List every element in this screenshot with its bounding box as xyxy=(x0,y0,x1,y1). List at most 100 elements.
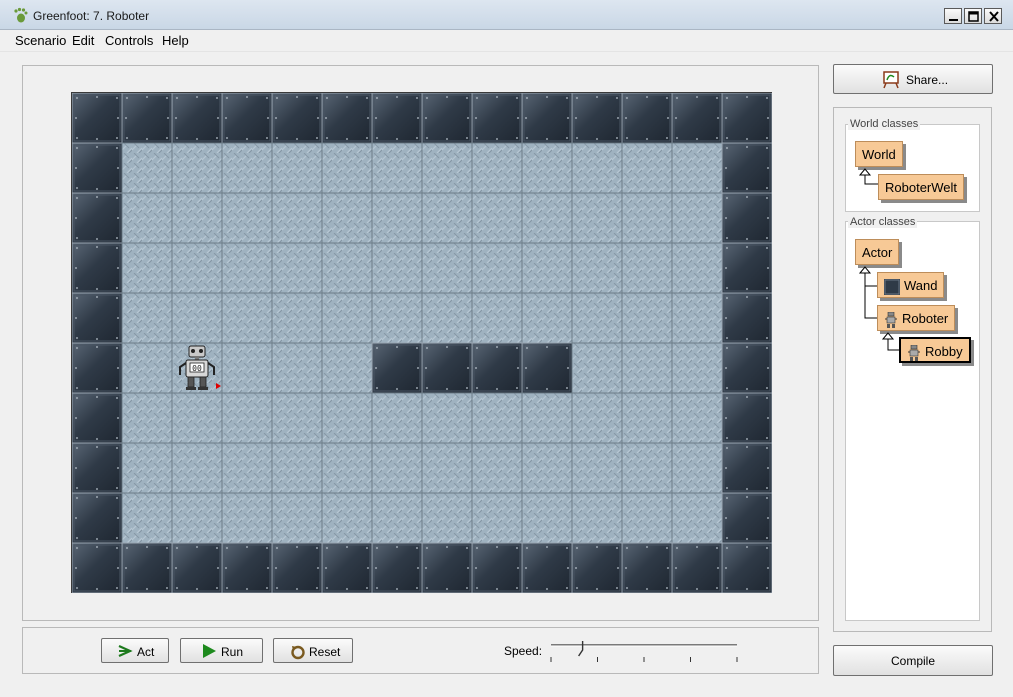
class-wand-label: Wand xyxy=(904,278,938,293)
wall-tile xyxy=(571,542,623,593)
floor-tile xyxy=(621,492,673,544)
floor-tile xyxy=(321,192,373,244)
wall-tile xyxy=(371,93,423,144)
floor-tile xyxy=(321,292,373,344)
wall-tile xyxy=(72,442,123,494)
floor-tile xyxy=(521,492,573,544)
floor-tile xyxy=(371,142,423,194)
compile-label: Compile xyxy=(890,654,935,668)
floor-tile xyxy=(671,442,723,494)
floor-tile xyxy=(271,492,323,544)
share-button[interactable]: Share... xyxy=(833,64,993,94)
menu-bar: Scenario Edit Controls Help xyxy=(0,30,1013,52)
floor-tile xyxy=(171,242,223,294)
floor-tile xyxy=(621,242,673,294)
menu-edit[interactable]: Edit xyxy=(72,33,94,48)
wall-tile xyxy=(721,392,772,444)
wall-tile xyxy=(471,93,523,144)
wall-tile xyxy=(421,542,473,593)
wall-tile xyxy=(671,93,723,144)
floor-tile xyxy=(421,292,473,344)
floor-tile xyxy=(271,192,323,244)
floor-tile xyxy=(371,392,423,444)
slider-thumb[interactable] xyxy=(578,641,584,657)
maximize-button[interactable] xyxy=(964,8,982,24)
class-wand[interactable]: Wand xyxy=(877,272,945,298)
floor-tile xyxy=(121,192,173,244)
floor-tile xyxy=(571,142,623,194)
floor-tile xyxy=(371,442,423,494)
floor-tile xyxy=(621,142,673,194)
floor-tile xyxy=(521,242,573,294)
wall-tile xyxy=(171,542,223,593)
floor-tile xyxy=(121,492,173,544)
wall-tile xyxy=(621,93,673,144)
floor-tile xyxy=(121,142,173,194)
wall-tile xyxy=(721,142,772,194)
floor-tile xyxy=(221,292,273,344)
floor-tile xyxy=(571,292,623,344)
actor-classes-title: Actor classes xyxy=(848,216,918,228)
close-button[interactable] xyxy=(984,8,1002,24)
floor-tile xyxy=(371,492,423,544)
class-roboterwelt[interactable]: RoboterWelt xyxy=(878,174,965,200)
act-button[interactable]: Act xyxy=(101,638,169,663)
floor-tile xyxy=(671,492,723,544)
run-button[interactable]: Run xyxy=(180,638,263,663)
floor-tile xyxy=(671,192,723,244)
wall-tile xyxy=(271,542,323,593)
wall-tile xyxy=(721,192,772,244)
floor-tile xyxy=(221,442,273,494)
floor-tile xyxy=(621,342,673,394)
menu-scenario[interactable]: Scenario xyxy=(15,33,66,48)
wall-tile xyxy=(72,392,123,444)
window-title: Greenfoot: 7. Roboter xyxy=(33,9,150,23)
floor-tile xyxy=(671,292,723,344)
floor-tile xyxy=(221,342,273,394)
menu-controls[interactable]: Controls xyxy=(105,33,153,48)
wall-tile xyxy=(72,542,123,593)
title-bar: Greenfoot: 7. Roboter xyxy=(0,0,1013,30)
floor-tile xyxy=(471,142,523,194)
floor-tile xyxy=(321,392,373,444)
floor-tile xyxy=(521,142,573,194)
speed-slider[interactable] xyxy=(550,640,740,664)
menu-help[interactable]: Help xyxy=(162,33,189,48)
class-roboter[interactable]: Roboter xyxy=(877,305,956,331)
floor-tile xyxy=(421,142,473,194)
wall-tile xyxy=(72,492,123,544)
wall-tile xyxy=(571,93,623,144)
floor-tile xyxy=(321,342,373,394)
reset-button[interactable]: Reset xyxy=(273,638,353,663)
floor-tile xyxy=(121,342,173,394)
minimize-button[interactable] xyxy=(944,8,962,24)
wall-tile-icon xyxy=(884,278,900,295)
floor-tile xyxy=(121,392,173,444)
play-icon xyxy=(203,644,216,658)
floor-tile xyxy=(421,442,473,494)
wall-tile xyxy=(371,542,423,593)
class-robby-label: Robby xyxy=(925,344,963,359)
class-world[interactable]: World xyxy=(855,141,903,167)
class-robby[interactable]: Robby xyxy=(899,337,971,363)
wall-tile xyxy=(72,93,123,144)
floor-tile xyxy=(221,142,273,194)
world-grid[interactable]: 00 xyxy=(71,92,772,593)
floor-tile xyxy=(371,192,423,244)
wall-tile xyxy=(471,542,523,593)
robot-icon xyxy=(908,344,920,361)
wall-tile xyxy=(72,342,123,394)
floor-tile xyxy=(171,142,223,194)
class-actor[interactable]: Actor xyxy=(855,239,900,265)
floor-tile xyxy=(471,292,523,344)
floor-tile xyxy=(171,442,223,494)
wall-tile xyxy=(671,542,723,593)
wall-tile xyxy=(721,342,772,394)
floor-tile xyxy=(271,292,323,344)
floor-tile xyxy=(221,492,273,544)
compile-button[interactable]: Compile xyxy=(833,645,993,676)
world-canvas[interactable]: 00 xyxy=(72,93,772,593)
floor-tile xyxy=(421,242,473,294)
floor-tile xyxy=(471,192,523,244)
wall-tile xyxy=(721,242,772,294)
